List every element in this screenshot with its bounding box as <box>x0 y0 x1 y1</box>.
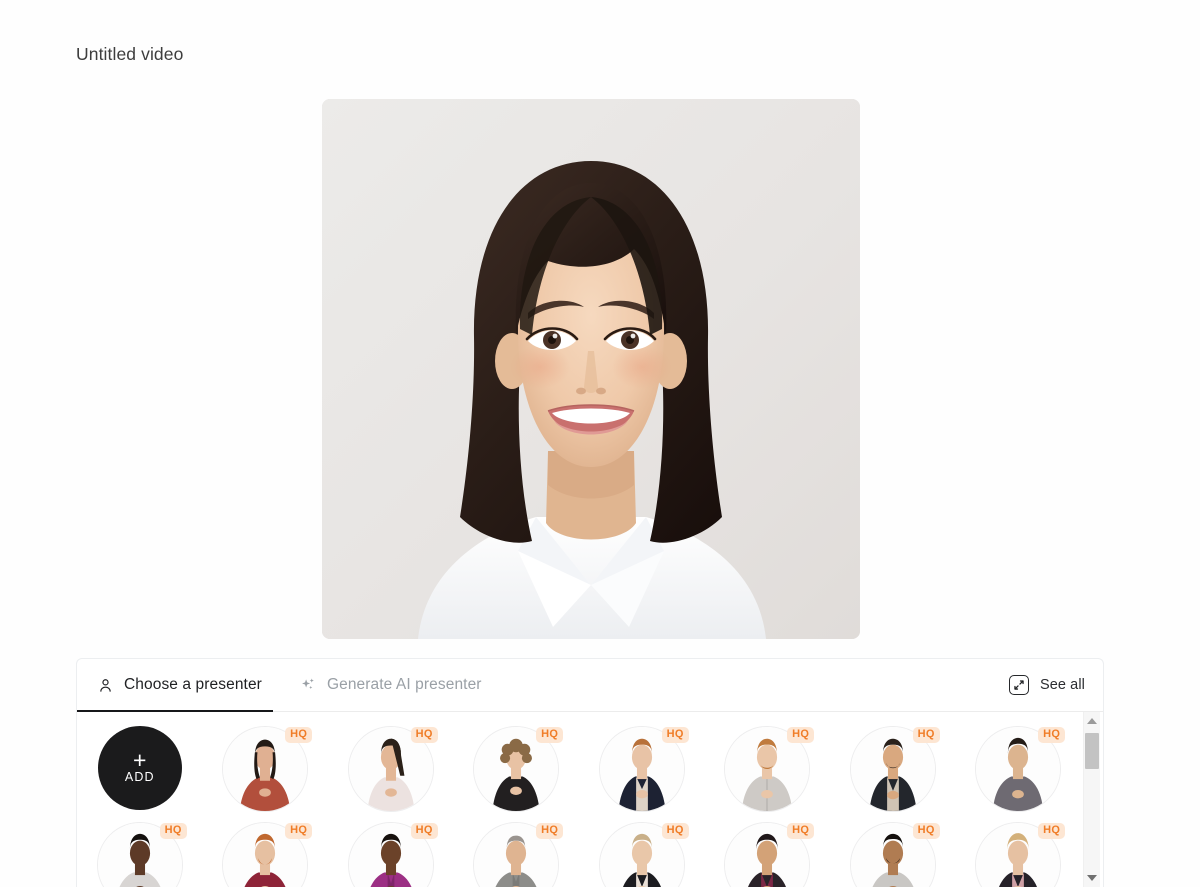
tab-choose-a-presenter[interactable]: Choose a presenter <box>77 659 282 712</box>
add-presenter-button[interactable]: + ADD <box>97 726 182 810</box>
presenter-cell: HQ <box>203 724 329 820</box>
status-badge: HQ <box>410 823 438 839</box>
expand-icon <box>1008 675 1029 695</box>
presenter-avatar-3[interactable]: HQ <box>473 726 564 812</box>
status-badge: HQ <box>661 727 689 743</box>
status-badge: HQ <box>410 727 438 743</box>
status-badge: HQ <box>285 727 313 743</box>
page-title: Untitled video <box>76 44 184 64</box>
status-badge: HQ <box>787 823 815 839</box>
presenter-grid: + ADD HQ HQ HQ HQ HQ HQ HQ HQ HQ HQ HQ H… <box>77 712 1081 887</box>
video-preview-stage[interactable] <box>322 99 860 639</box>
presenter-avatar-7[interactable]: HQ <box>975 726 1066 812</box>
presenter-avatar-6[interactable]: HQ <box>849 726 940 812</box>
presenter-cell: HQ <box>77 820 203 887</box>
tab-generate-ai-presenter[interactable]: Generate AI presenter <box>300 659 502 711</box>
see-all-button[interactable]: See all <box>1008 659 1085 711</box>
status-badge: HQ <box>912 727 940 743</box>
person-icon <box>97 676 115 694</box>
presenter-cell: HQ <box>705 820 831 887</box>
presenter-avatar-14[interactable]: HQ <box>849 822 940 887</box>
presenter-panel-header: Choose a presenter Generate AI presenter <box>77 659 1103 712</box>
tab-choose-a-presenter-label: Choose a presenter <box>124 676 262 693</box>
presenter-avatar-5[interactable]: HQ <box>724 726 815 812</box>
presenter-cell: HQ <box>454 724 580 820</box>
presenter-cell-add: + ADD <box>77 724 203 820</box>
presenter-cell: HQ <box>579 724 705 820</box>
status-badge: HQ <box>661 823 689 839</box>
presenter-cell: HQ <box>454 820 580 887</box>
status-badge: HQ <box>1038 727 1066 743</box>
presenter-avatar-15[interactable]: HQ <box>975 822 1066 887</box>
presenter-avatar-1[interactable]: HQ <box>222 726 313 812</box>
presenter-avatar-8[interactable]: HQ <box>96 822 187 887</box>
presenter-picker-panel: Choose a presenter Generate AI presenter <box>76 658 1104 887</box>
presenter-preview-image <box>322 99 860 639</box>
presenter-avatar-11[interactable]: HQ <box>473 822 564 887</box>
see-all-label: See all <box>1039 677 1085 693</box>
status-badge: HQ <box>159 823 187 839</box>
status-badge: HQ <box>787 727 815 743</box>
status-badge: HQ <box>536 727 564 743</box>
presenter-grid-scrollbar[interactable] <box>1083 712 1100 887</box>
scroll-down-icon[interactable] <box>1084 870 1100 886</box>
status-badge: HQ <box>285 823 313 839</box>
add-presenter-label: ADD <box>124 770 155 784</box>
scroll-up-icon[interactable] <box>1084 713 1100 729</box>
presenter-cell: HQ <box>830 724 956 820</box>
scrollbar-thumb[interactable] <box>1085 733 1099 769</box>
presenter-avatar-12[interactable]: HQ <box>598 822 689 887</box>
status-badge: HQ <box>536 823 564 839</box>
tab-generate-ai-presenter-label: Generate AI presenter <box>326 676 482 693</box>
presenter-avatar-2[interactable]: HQ <box>347 726 438 812</box>
presenter-cell: HQ <box>328 724 454 820</box>
presenter-cell: HQ <box>830 820 956 887</box>
presenter-avatar-4[interactable]: HQ <box>598 726 689 812</box>
presenter-grid-viewport: + ADD HQ HQ HQ HQ HQ HQ HQ HQ HQ HQ HQ H… <box>77 712 1103 887</box>
status-badge: HQ <box>912 823 940 839</box>
presenter-avatar-10[interactable]: HQ <box>347 822 438 887</box>
presenter-tabs: Choose a presenter Generate AI presenter <box>77 659 502 712</box>
presenter-cell: HQ <box>705 724 831 820</box>
presenter-cell: HQ <box>579 820 705 887</box>
presenter-cell: HQ <box>328 820 454 887</box>
presenter-avatar-9[interactable]: HQ <box>222 822 313 887</box>
sparkle-icon <box>300 676 318 694</box>
presenter-cell: HQ <box>956 724 1082 820</box>
presenter-cell: HQ <box>203 820 329 887</box>
presenter-cell: HQ <box>956 820 1082 887</box>
plus-icon: + <box>133 747 147 773</box>
presenter-avatar-13[interactable]: HQ <box>724 822 815 887</box>
status-badge: HQ <box>1038 823 1066 839</box>
